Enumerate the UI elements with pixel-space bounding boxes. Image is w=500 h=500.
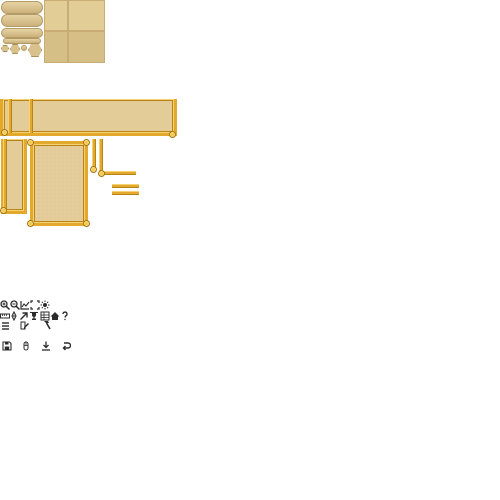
save-icon[interactable] bbox=[2, 341, 12, 351]
bracket-corner-vertical bbox=[99, 139, 103, 173]
fit-icon[interactable] bbox=[30, 300, 40, 310]
bracket-corner-horizontal bbox=[101, 171, 136, 175]
frame-corner-stud bbox=[169, 131, 176, 138]
parchment-pill bbox=[1, 14, 43, 27]
parchment-tile bbox=[44, 31, 68, 63]
parchment-hex bbox=[28, 43, 42, 57]
chart-icon[interactable] bbox=[20, 300, 30, 310]
undo-icon[interactable] bbox=[61, 341, 71, 351]
zoom-out-icon[interactable] bbox=[10, 300, 20, 310]
parchment-pill bbox=[1, 1, 43, 14]
panel-tall-divider bbox=[3, 139, 7, 209]
hammer-icon[interactable] bbox=[41, 320, 51, 330]
panel-card bbox=[30, 141, 88, 226]
parchment-tile bbox=[68, 0, 105, 31]
frame-corner-stud bbox=[98, 170, 105, 177]
mouse-icon[interactable] bbox=[21, 341, 31, 351]
parchment-pill bbox=[1, 28, 43, 38]
download-icon[interactable] bbox=[41, 341, 51, 351]
sun-icon[interactable] bbox=[40, 300, 50, 310]
panel-wide bbox=[0, 99, 177, 136]
parchment-dot bbox=[21, 45, 27, 51]
frame-corner-stud bbox=[83, 139, 90, 146]
quill-icon[interactable] bbox=[20, 321, 30, 331]
menu-icon[interactable] bbox=[1, 321, 11, 331]
trophy-icon[interactable] bbox=[29, 311, 39, 321]
frame-corner-stud bbox=[1, 129, 8, 136]
arrow-up-right-icon[interactable] bbox=[19, 311, 29, 321]
panel-wide-divider bbox=[8, 99, 12, 133]
panel-wide-divider bbox=[29, 99, 33, 133]
parchment-hex bbox=[1, 45, 9, 52]
frame-corner-stud bbox=[83, 220, 90, 227]
parchment-tile bbox=[68, 31, 105, 63]
bracket-vertical bbox=[92, 139, 96, 169]
zoom-in-icon[interactable] bbox=[0, 300, 10, 310]
sprite-sheet bbox=[0, 0, 500, 500]
frame-corner-stud bbox=[0, 207, 7, 214]
divider-double bbox=[112, 184, 139, 188]
question-icon[interactable] bbox=[60, 311, 70, 321]
home-icon[interactable] bbox=[50, 311, 60, 321]
parchment-hex bbox=[10, 44, 20, 54]
frame-corner-stud bbox=[90, 166, 97, 173]
parchment-tile bbox=[44, 0, 68, 31]
divider-double bbox=[112, 191, 139, 195]
frame-corner-stud bbox=[27, 220, 34, 227]
compass-icon[interactable] bbox=[9, 311, 19, 321]
frame-corner-stud bbox=[27, 139, 34, 146]
